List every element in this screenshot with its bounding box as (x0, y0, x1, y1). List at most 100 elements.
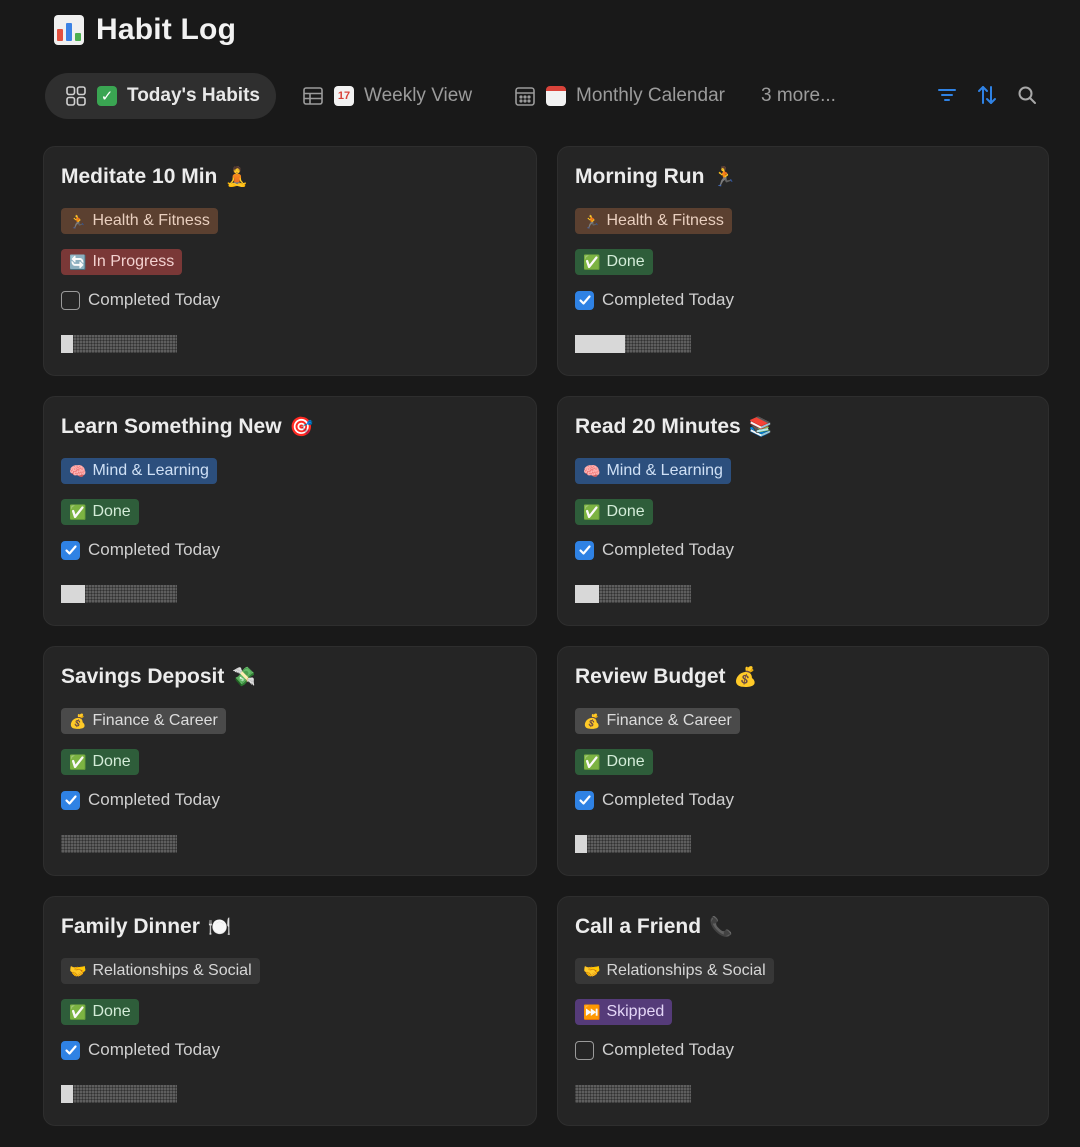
completed-today-label: Completed Today (602, 1040, 734, 1059)
completed-today-checkbox[interactable] (575, 290, 594, 310)
category-emoji-icon: 💰 (583, 713, 601, 729)
completed-today-checkbox[interactable] (575, 1040, 594, 1060)
category-tag[interactable]: 💰 Finance & Career (61, 708, 226, 734)
category-emoji-icon: 🧠 (583, 463, 601, 479)
calendar-date-icon: 17 (333, 86, 354, 106)
status-tag[interactable]: ⏭️ Skipped (575, 999, 673, 1025)
completed-today-row: Completed Today (61, 790, 220, 810)
status-tag[interactable]: ✅ Done (61, 749, 139, 775)
view-toolbar (936, 84, 1038, 106)
habit-title: Meditate 10 Min 🧘 (61, 163, 519, 191)
category-tag[interactable]: 🏃 Health & Fitness (575, 208, 732, 234)
sort-button[interactable] (976, 84, 998, 106)
check-icon (64, 795, 77, 805)
category-label: Health & Fitness (606, 212, 724, 229)
check-mark-icon: ✓ (97, 86, 117, 106)
category-emoji-icon: 🏃 (583, 213, 601, 229)
habit-name: Meditate 10 Min (61, 165, 218, 188)
completed-today-checkbox[interactable] (575, 540, 594, 560)
habit-card[interactable]: Savings Deposit 💸 💰 Finance & Career ✅ D… (43, 646, 537, 876)
habit-name: Family Dinner (61, 915, 200, 938)
completed-today-row: Completed Today (575, 1040, 734, 1060)
category-label: Health & Fitness (92, 212, 210, 229)
status-tag[interactable]: ✅ Done (575, 249, 653, 275)
table-icon (303, 87, 323, 105)
progress-bar (61, 835, 177, 853)
category-label: Mind & Learning (606, 462, 723, 479)
status-emoji-icon: ✅ (69, 754, 87, 770)
category-tag[interactable]: 🧠 Mind & Learning (575, 458, 731, 484)
tab-monthly-calendar[interactable]: Monthly Calendar (494, 73, 741, 119)
category-tag[interactable]: 🤝 Relationships & Social (575, 958, 774, 984)
habit-card[interactable]: Family Dinner 🍽️ 🤝 Relationships & Socia… (43, 896, 537, 1126)
habit-card[interactable]: Read 20 Minutes 📚 🧠 Mind & Learning ✅ Do… (557, 396, 1049, 626)
status-emoji-icon: ✅ (583, 254, 601, 270)
tab-todays-habits[interactable]: ✓ Today's Habits (45, 73, 276, 119)
status-emoji-icon: 🔄 (69, 254, 87, 270)
habit-card[interactable]: Meditate 10 Min 🧘 🏃 Health & Fitness 🔄 I… (43, 146, 537, 376)
habit-card[interactable]: Call a Friend 📞 🤝 Relationships & Social… (557, 896, 1049, 1126)
status-label: Done (606, 753, 645, 770)
completed-today-checkbox[interactable] (61, 540, 80, 560)
check-icon (64, 545, 77, 555)
tab-weekly-view[interactable]: 17 Weekly View (282, 73, 488, 119)
category-label: Finance & Career (606, 712, 732, 729)
status-label: Skipped (606, 1003, 665, 1020)
tab-label: Today's Habits (127, 85, 260, 106)
completed-today-label: Completed Today (602, 540, 734, 559)
habit-name: Morning Run (575, 165, 705, 188)
more-views-link[interactable]: 3 more... (761, 85, 836, 107)
bar-chart-icon (54, 15, 84, 45)
status-label: Done (92, 1003, 131, 1020)
status-tag[interactable]: ✅ Done (575, 749, 653, 775)
status-label: Done (606, 503, 645, 520)
category-tag[interactable]: 🧠 Mind & Learning (61, 458, 217, 484)
gallery-icon (66, 86, 86, 106)
spiral-calendar-icon (546, 86, 567, 106)
habit-card[interactable]: Learn Something New 🎯 🧠 Mind & Learning … (43, 396, 537, 626)
completed-today-row: Completed Today (575, 540, 734, 560)
completed-today-row: Completed Today (61, 1040, 220, 1060)
completed-today-label: Completed Today (88, 790, 220, 809)
habit-title: Read 20 Minutes 📚 (575, 413, 1031, 441)
status-tag[interactable]: ✅ Done (61, 499, 139, 525)
habit-emoji-icon: 🍽️ (207, 916, 232, 938)
habit-name: Review Budget (575, 665, 726, 688)
completed-today-row: Completed Today (575, 290, 734, 310)
completed-today-checkbox[interactable] (575, 790, 594, 810)
progress-fill (575, 335, 625, 353)
filter-button[interactable] (936, 84, 958, 106)
habit-gallery: Meditate 10 Min 🧘 🏃 Health & Fitness 🔄 I… (43, 146, 1049, 1126)
completed-today-checkbox[interactable] (61, 290, 80, 310)
check-icon (578, 545, 591, 555)
status-emoji-icon: ✅ (69, 1004, 87, 1020)
habit-name: Savings Deposit (61, 665, 225, 688)
habit-card[interactable]: Morning Run 🏃 🏃 Health & Fitness ✅ Done … (557, 146, 1049, 376)
status-tag[interactable]: ✅ Done (61, 999, 139, 1025)
status-tag[interactable]: ✅ Done (575, 499, 653, 525)
habit-title: Morning Run 🏃 (575, 163, 1031, 191)
category-label: Relationships & Social (92, 962, 252, 979)
search-button[interactable] (1016, 84, 1038, 106)
completed-today-label: Completed Today (602, 290, 734, 309)
category-tag[interactable]: 🤝 Relationships & Social (61, 958, 260, 984)
category-label: Mind & Learning (92, 462, 209, 479)
habit-title: Call a Friend 📞 (575, 913, 1031, 941)
category-emoji-icon: 🤝 (69, 963, 87, 979)
status-tag[interactable]: 🔄 In Progress (61, 249, 183, 275)
category-tag[interactable]: 💰 Finance & Career (575, 708, 740, 734)
tab-label: Monthly Calendar (576, 85, 725, 106)
status-label: In Progress (92, 253, 175, 270)
completed-today-checkbox[interactable] (61, 1040, 80, 1060)
status-emoji-icon: ✅ (583, 504, 601, 520)
completed-today-row: Completed Today (575, 790, 734, 810)
completed-today-checkbox[interactable] (61, 790, 80, 810)
habit-emoji-icon: 💰 (733, 666, 758, 688)
category-emoji-icon: 💰 (69, 713, 87, 729)
progress-bar (575, 585, 691, 603)
habit-emoji-icon: 🏃 (712, 166, 737, 188)
category-tag[interactable]: 🏃 Health & Fitness (61, 208, 218, 234)
habit-card[interactable]: Review Budget 💰 💰 Finance & Career ✅ Don… (557, 646, 1049, 876)
page-title: Habit Log (96, 13, 237, 46)
status-emoji-icon: ⏭️ (583, 1004, 601, 1020)
